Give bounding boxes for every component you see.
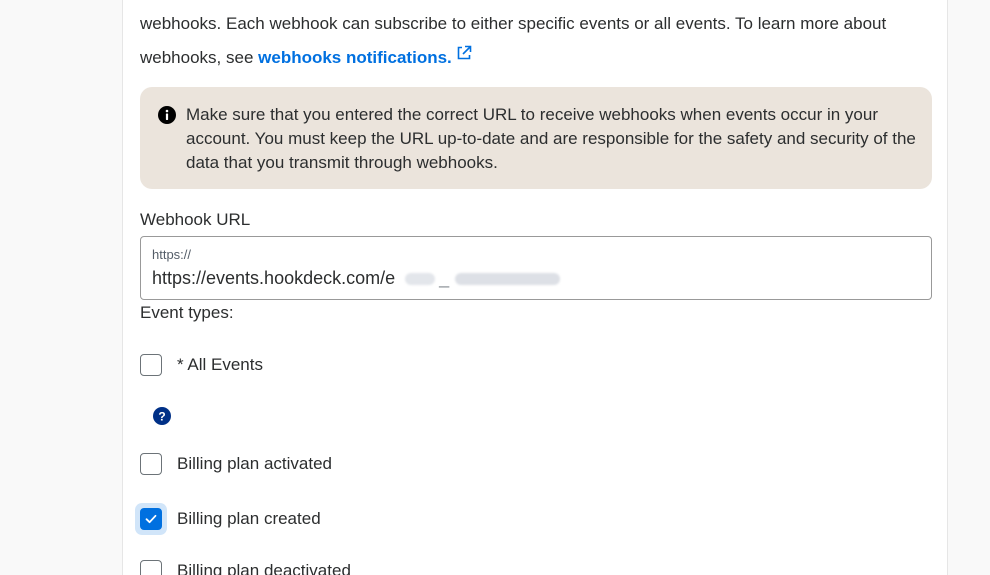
webhook-settings-panel: webhooks. Each webhook can subscribe to …: [122, 0, 948, 575]
checkbox-focus-ring: [135, 503, 167, 535]
billing-plan-deactivated-checkbox[interactable]: [140, 560, 162, 575]
url-notice-banner: Make sure that you entered the correct U…: [140, 87, 932, 189]
intro-line-2-prefix: webhooks, see: [140, 48, 259, 67]
redacted-segment: [405, 272, 436, 285]
webhook-url-value-text: https://events.hookdeck.com/e: [152, 268, 396, 288]
event-option-label: Billing plan activated: [177, 454, 332, 473]
intro-text: webhooks. Each webhook can subscribe to …: [140, 7, 940, 75]
billing-plan-activated-checkbox[interactable]: [140, 453, 162, 475]
redacted-segment: [455, 272, 561, 285]
help-icon[interactable]: ?: [152, 406, 172, 426]
webhooks-notifications-link[interactable]: webhooks notifications.: [258, 48, 452, 67]
notice-text: Make sure that you entered the correct U…: [186, 105, 916, 172]
event-option-billing-plan-deactivated[interactable]: Billing plan deactivated: [140, 560, 351, 575]
svg-text:?: ?: [158, 410, 165, 424]
intro-line-2: webhooks, see webhooks notifications.: [140, 41, 940, 75]
check-icon: [145, 514, 157, 524]
all-events-checkbox[interactable]: [140, 354, 162, 376]
event-option-billing-plan-activated[interactable]: Billing plan activated: [140, 453, 332, 475]
event-option-all-events[interactable]: * All Events: [140, 354, 263, 376]
event-types-label: Event types:: [140, 303, 234, 322]
external-link-icon[interactable]: [456, 45, 472, 61]
webhook-url-placeholder: https://: [152, 247, 192, 262]
webhook-url-separator: _: [439, 268, 450, 288]
event-option-label: Billing plan created: [177, 509, 321, 528]
info-icon: [158, 106, 176, 124]
intro-line-1: webhooks. Each webhook can subscribe to …: [140, 14, 887, 33]
webhook-url-value[interactable]: https://events.hookdeck.com/e _: [152, 268, 561, 289]
webhook-url-input[interactable]: https:// https://events.hookdeck.com/e _: [140, 236, 932, 300]
event-option-label: Billing plan deactivated: [177, 561, 351, 575]
webhook-url-label: Webhook URL: [140, 210, 251, 229]
event-option-label: * All Events: [177, 355, 263, 374]
billing-plan-created-checkbox[interactable]: [140, 508, 162, 530]
event-option-billing-plan-created[interactable]: Billing plan created: [135, 503, 321, 535]
